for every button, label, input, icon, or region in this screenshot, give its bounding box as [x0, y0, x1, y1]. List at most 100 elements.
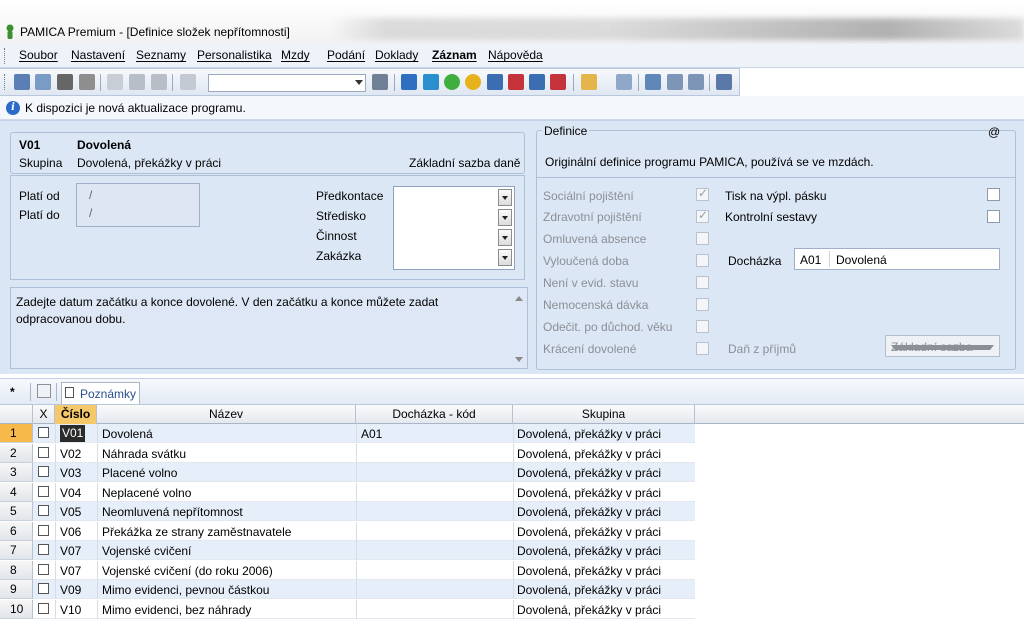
employee-green-icon[interactable] [444, 74, 460, 90]
control-checkbox[interactable] [987, 210, 1000, 223]
new-record-icon[interactable] [107, 74, 123, 90]
person-icon[interactable] [423, 74, 439, 90]
row-number[interactable]: 10 [0, 599, 33, 619]
row-checkbox[interactable] [38, 466, 49, 477]
valid-to-field[interactable]: / [89, 206, 92, 220]
row-number[interactable]: 6 [0, 521, 33, 541]
header-dochazka[interactable]: Docházka - kód [356, 405, 513, 424]
row-number[interactable]: 7 [0, 541, 33, 560]
menu-seznamy[interactable]: Seznamy [136, 48, 186, 62]
report-blue-icon[interactable] [529, 74, 545, 90]
wage-icon[interactable] [401, 74, 417, 90]
tab-notes[interactable]: Poznámky [61, 382, 140, 404]
folder-icon[interactable] [581, 74, 597, 90]
menu-doklady[interactable]: Doklady [375, 48, 418, 62]
row-number[interactable]: 4 [0, 482, 33, 502]
menu-personalistika[interactable]: Personalistika [197, 48, 272, 62]
table-row[interactable]: 10 V10 Mimo evidenci, bez náhrady Dovolená,… [0, 599, 1024, 620]
save-icon[interactable] [129, 74, 145, 90]
table-row[interactable]: 3 V03 Placené volno Dovolená, překážky v pr… [0, 463, 1024, 483]
row-number[interactable]: 2 [0, 443, 33, 463]
predkontace-dropdown[interactable] [498, 189, 512, 206]
row-checkbox[interactable] [38, 602, 49, 614]
flag-nemocenska-checkbox[interactable] [696, 298, 709, 311]
filter-icon[interactable] [37, 384, 51, 398]
help-icon[interactable] [716, 74, 732, 90]
row-number[interactable]: 3 [0, 463, 33, 482]
table-row[interactable]: 2 V02 Náhrada svátku Dovolená, překážky v p… [0, 443, 1024, 464]
header-skupina[interactable]: Skupina [513, 405, 695, 424]
export-icon[interactable] [35, 74, 51, 90]
cinnost-dropdown[interactable] [498, 229, 512, 246]
row-checkbox[interactable] [38, 583, 49, 594]
scroll-down-icon[interactable] [515, 357, 523, 362]
toolbar [0, 68, 740, 96]
attendance-field[interactable]: A01 Dovolená [794, 248, 1000, 270]
menu-napoveda[interactable]: Nápověda [488, 48, 543, 62]
flag-vyloucena-checkbox[interactable] [696, 254, 709, 267]
table-row[interactable]: 1 V01 Dovolená A01 Dovolená, překážky v prác… [0, 424, 1024, 444]
save-as-icon[interactable] [151, 74, 167, 90]
flag-omluvena-checkbox[interactable] [696, 232, 709, 245]
chevron-down-icon[interactable] [355, 80, 363, 85]
row-number[interactable]: 8 [0, 560, 33, 580]
row-checkbox[interactable] [38, 563, 49, 575]
filter-combo[interactable] [208, 74, 366, 92]
scroll-up-icon[interactable] [515, 296, 523, 301]
message-icon[interactable] [645, 74, 661, 90]
flag-kraceni-checkbox[interactable] [696, 342, 709, 355]
copy-icon[interactable] [180, 74, 196, 90]
toolbar-grip[interactable] [4, 74, 7, 90]
header-x[interactable]: X [33, 405, 55, 424]
table-row[interactable]: 6 V06 Překážka ze strany zaměstnavatele Dov… [0, 521, 1024, 542]
update-info-bar[interactable]: i K dispozici je nová aktualizace progra… [0, 96, 1024, 120]
import-icon[interactable] [14, 74, 30, 90]
row-checkbox[interactable] [38, 485, 49, 497]
folder-dropdown-icon[interactable] [599, 74, 607, 90]
chevron-down-icon[interactable] [891, 345, 994, 350]
menu-zaznam[interactable]: Záznam [432, 48, 477, 62]
row-number[interactable]: 1 [0, 424, 33, 443]
header-nazev[interactable]: Název [97, 405, 356, 424]
print-preview-icon[interactable] [79, 74, 95, 90]
header-cislo[interactable]: Číslo [55, 405, 97, 424]
valid-from-field[interactable]: / [89, 188, 92, 202]
menu-podani[interactable]: Podání [327, 48, 365, 62]
notes-icon[interactable] [688, 74, 704, 90]
table-row[interactable]: 4 V04 Neplacené volno Dovolená, překážky v … [0, 482, 1024, 503]
table-row[interactable]: 5 V05 Neomluvená nepřítomnost Dovolená, pře… [0, 502, 1024, 522]
report-icon[interactable] [487, 74, 503, 90]
table-row[interactable]: 9 V09 Mimo evidenci, pevnou částkou Dovolen… [0, 580, 1024, 600]
table-row[interactable]: 7 V07 Vojenské cvičení Dovolená, překážky v… [0, 541, 1024, 561]
report-red-icon[interactable] [508, 74, 524, 90]
flag-odecit-checkbox[interactable] [696, 320, 709, 333]
note-area[interactable]: Zadejte datum začátku a konce dovolené. … [10, 287, 528, 369]
calendar-icon[interactable] [616, 74, 632, 90]
tab-all[interactable]: * [10, 385, 15, 407]
list-icon[interactable] [667, 74, 683, 90]
row-number[interactable]: 5 [0, 502, 33, 521]
menu-grip[interactable] [4, 48, 7, 64]
employee-yellow-icon[interactable] [465, 74, 481, 90]
row-number[interactable]: 9 [0, 580, 33, 599]
zakazka-dropdown[interactable] [498, 249, 512, 266]
row-checkbox[interactable] [38, 505, 49, 516]
validity-date-fields[interactable]: / / [76, 183, 200, 227]
print-icon[interactable] [57, 74, 73, 90]
print-checkbox[interactable] [987, 188, 1000, 201]
flag-socialni-checkbox[interactable] [696, 186, 709, 201]
row-checkbox[interactable] [38, 524, 49, 536]
flag-zdravotni-checkbox[interactable] [696, 208, 709, 223]
menu-mzdy[interactable]: Mzdy [281, 48, 310, 62]
flag-evid-checkbox[interactable] [696, 276, 709, 289]
table-row[interactable]: 8 V07 Vojenské cvičení (do roku 2006) Dovol… [0, 560, 1024, 581]
stredisko-dropdown[interactable] [498, 209, 512, 226]
filter-icon[interactable] [372, 74, 388, 90]
row-checkbox[interactable] [38, 446, 49, 458]
row-checkbox[interactable] [38, 544, 49, 555]
menu-soubor[interactable]: Soubor [19, 48, 58, 62]
menu-nastaveni[interactable]: Nastavení [71, 48, 125, 62]
row-checkbox[interactable] [38, 427, 49, 438]
report-check-icon[interactable] [550, 74, 566, 90]
tax-combo[interactable]: Základní sazba [885, 335, 1000, 357]
